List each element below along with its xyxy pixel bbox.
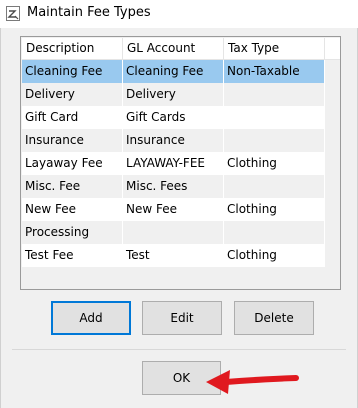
cell-description: Misc. Fee: [22, 175, 123, 198]
divider: [12, 349, 346, 350]
cell-description: Cleaning Fee: [22, 60, 123, 83]
cell-tax-type: [224, 83, 325, 106]
cell-gl-account: Delivery: [123, 83, 224, 106]
cell-tax-type: [224, 175, 325, 198]
cell-description: Insurance: [22, 129, 123, 152]
column-header-tax-type[interactable]: Tax Type: [224, 38, 325, 59]
cell-description: Processing: [22, 221, 123, 244]
table-row[interactable]: New Fee New Fee Clothing: [22, 198, 325, 221]
cell-description: New Fee: [22, 198, 123, 221]
table-row[interactable]: Processing: [22, 221, 325, 244]
delete-button[interactable]: Delete: [234, 301, 314, 335]
cell-description: Layaway Fee: [22, 152, 123, 175]
app-icon: [6, 6, 20, 21]
cell-gl-account: Insurance: [123, 129, 224, 152]
cell-gl-account: LAYAWAY-FEE: [123, 152, 224, 175]
table-row[interactable]: Layaway Fee LAYAWAY-FEE Clothing: [22, 152, 325, 175]
cell-tax-type: [224, 106, 325, 129]
window-title: Maintain Fee Types: [27, 5, 151, 20]
cell-gl-account: Cleaning Fee: [123, 60, 224, 83]
cell-tax-type: [224, 221, 325, 244]
cell-gl-account: New Fee: [123, 198, 224, 221]
table-row[interactable]: Insurance Insurance: [22, 129, 325, 152]
fee-types-grid[interactable]: Description GL Account Tax Type Cleaning…: [20, 36, 341, 290]
cell-gl-account: Test: [123, 244, 224, 267]
table-row[interactable]: Cleaning Fee Cleaning Fee Non-Taxable: [22, 60, 325, 83]
table-row[interactable]: Gift Card Gift Cards: [22, 106, 325, 129]
table-row[interactable]: Misc. Fee Misc. Fees: [22, 175, 325, 198]
cell-tax-type: Clothing: [224, 152, 325, 175]
column-header-gl-account[interactable]: GL Account: [123, 38, 224, 59]
cell-tax-type: Clothing: [224, 198, 325, 221]
column-header-filler: [325, 38, 340, 59]
cell-description: Gift Card: [22, 106, 123, 129]
edit-button[interactable]: Edit: [142, 301, 222, 335]
cell-tax-type: Clothing: [224, 244, 325, 267]
title-bar: Maintain Fee Types: [0, 0, 358, 28]
cell-tax-type: Non-Taxable: [224, 60, 325, 83]
table-row[interactable]: Test Fee Test Clothing: [22, 244, 325, 267]
grid-header: Description GL Account Tax Type: [22, 38, 340, 60]
red-arrow-icon: [206, 370, 299, 394]
cell-gl-account: Gift Cards: [123, 106, 224, 129]
cell-description: Test Fee: [22, 244, 123, 267]
cell-tax-type: [224, 129, 325, 152]
table-row[interactable]: Delivery Delivery: [22, 83, 325, 106]
cell-gl-account: Misc. Fees: [123, 175, 224, 198]
cell-description: Delivery: [22, 83, 123, 106]
add-button[interactable]: Add: [51, 301, 131, 335]
column-header-description[interactable]: Description: [22, 38, 123, 59]
cell-gl-account: [123, 221, 224, 244]
